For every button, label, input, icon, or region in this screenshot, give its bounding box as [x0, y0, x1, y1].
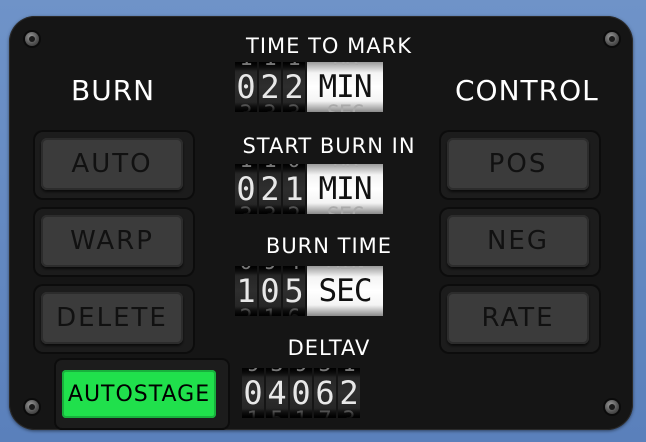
time-to-mark-counter: 013 213 213 MINHRSEC [235, 62, 383, 112]
pos-button[interactable]: POS [447, 138, 589, 190]
warp-button-well: WARP [33, 207, 195, 277]
counter-digit: 091 [242, 368, 264, 418]
screw-icon [605, 400, 619, 414]
counter-digit: 213 [259, 62, 281, 112]
auto-button[interactable]: AUTO [41, 138, 183, 190]
counter-digit: 657 [314, 368, 336, 418]
mechjeb-panel: BURN CONTROL AUTO WARP DELETE POS NEG RA… [9, 16, 633, 430]
rate-button[interactable]: RATE [447, 292, 589, 344]
auto-button-well: AUTO [33, 130, 195, 200]
neg-button-well: NEG [439, 207, 601, 277]
start-burn-in-counter: 013 213 102 MINHRSEC [235, 164, 383, 214]
counter-digit: 546 [283, 266, 305, 316]
delete-button-well: DELETE [33, 284, 195, 354]
deltav-label: DELTAV [287, 336, 371, 360]
counter-digit: 091 [259, 266, 281, 316]
burn-section-title: BURN [71, 74, 156, 107]
rate-button-well: RATE [439, 284, 601, 354]
autostage-button[interactable]: AUTOSTAGE [62, 370, 216, 418]
counter-digit: 213 [338, 368, 360, 418]
counter-digit: 013 [235, 164, 257, 214]
warp-button[interactable]: WARP [41, 215, 183, 267]
counter-digit: 091 [290, 368, 312, 418]
autostage-well: AUTOSTAGE [54, 358, 230, 430]
counter-digit: 102 [283, 164, 305, 214]
burn-time-counter: 102 091 546 SECMIN [235, 266, 383, 316]
counter-unit: SECMIN [307, 266, 383, 316]
counter-digit: 102 [235, 266, 257, 316]
time-to-mark-label: TIME TO MARK [246, 34, 412, 58]
counter-digit: 213 [259, 164, 281, 214]
counter-digit: 213 [283, 62, 305, 112]
screw-icon [605, 32, 619, 46]
counter-digit: 435 [266, 368, 288, 418]
counter-unit: MINHRSEC [307, 164, 383, 214]
counter-digit: 013 [235, 62, 257, 112]
screw-icon [25, 400, 39, 414]
start-burn-in-label: START BURN IN [242, 134, 416, 158]
delete-button[interactable]: DELETE [41, 292, 183, 344]
burn-time-label: BURN TIME [265, 234, 393, 258]
deltav-counter: 091 435 091 657 213 [242, 368, 362, 418]
pos-button-well: POS [439, 130, 601, 200]
counter-unit: MINHRSEC [307, 62, 383, 112]
control-section-title: CONTROL [455, 74, 599, 107]
neg-button[interactable]: NEG [447, 215, 589, 267]
screw-icon [25, 32, 39, 46]
